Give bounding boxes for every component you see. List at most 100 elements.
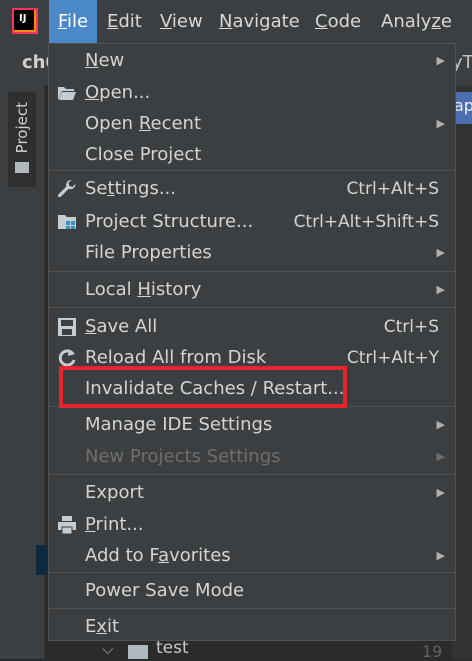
menu-item-save-all[interactable]: Save All Ctrl+S xyxy=(49,311,455,342)
annotation-highlight-box xyxy=(59,366,347,408)
menu-separator xyxy=(49,170,455,171)
menu-label-part: ave All xyxy=(96,316,158,337)
menu-item-project-structure[interactable]: Project Structure... Ctrl+Alt+Shift+S xyxy=(49,206,455,237)
menu-item-label: Open Recent xyxy=(85,113,201,135)
menu-label-part: ew xyxy=(98,50,125,71)
menu-separator xyxy=(49,608,455,609)
menu-item-label: Local History xyxy=(85,279,201,301)
menu-item-label: Close Project xyxy=(85,144,201,166)
menu-item-power-save-mode[interactable]: Power Save Mode xyxy=(49,575,455,606)
right-tool-tab-label: ap xyxy=(454,96,472,115)
menu-label-part: Reload All from Disk xyxy=(85,347,267,368)
menu-item-add-to-favorites[interactable]: Add to Favorites ▶ xyxy=(49,540,455,571)
menu-label-part: Local xyxy=(85,279,138,300)
menu-separator xyxy=(49,307,455,308)
menu-item-new-projects-settings: New Projects Settings ▶ xyxy=(49,441,455,472)
code-menu[interactable]: Code xyxy=(306,0,370,43)
menu-label-part: Project Structure... xyxy=(85,211,254,232)
project-structure-icon xyxy=(57,212,77,232)
menu-label-part: E xyxy=(107,11,119,32)
menu-label-part: ile xyxy=(67,11,89,32)
menu-label-part: ecent xyxy=(150,113,202,134)
menu-separator xyxy=(49,572,455,573)
menu-item-label: New Projects Settings xyxy=(85,446,281,468)
menu-item-open[interactable]: Open... xyxy=(49,77,455,108)
menu-label-part: avigate xyxy=(232,11,300,32)
menu-label-part: z xyxy=(431,11,441,32)
menu-item-local-history[interactable]: Local History ▶ xyxy=(49,274,455,306)
menu-item-label: New xyxy=(85,50,124,72)
menu-item-label: Print... xyxy=(85,514,144,536)
menu-item-settings[interactable]: Settings... Ctrl+Alt+S xyxy=(49,173,455,204)
project-tab-label: Project xyxy=(13,102,31,154)
menu-item-new[interactable]: New ▶ xyxy=(49,44,455,77)
folder-icon xyxy=(15,162,29,173)
submenu-arrow-icon: ▶ xyxy=(436,486,445,499)
menu-label-part: F xyxy=(58,11,68,32)
analyze-menu[interactable]: Analyze xyxy=(372,0,461,43)
menu-label-part: P xyxy=(85,514,96,535)
menu-label-part: New Projects Settings xyxy=(85,446,281,467)
menu-label-part: Export xyxy=(85,482,144,503)
submenu-arrow-icon: ▶ xyxy=(436,246,445,259)
menu-item-label: Add to Favorites xyxy=(85,545,231,567)
menu-item-print[interactable]: Print... xyxy=(49,509,455,540)
view-menu[interactable]: View xyxy=(151,0,212,43)
menu-label-part: S xyxy=(85,316,97,337)
menu-label-part: V xyxy=(160,11,172,32)
submenu-arrow-icon: ▶ xyxy=(436,450,445,463)
menu-item-file-properties[interactable]: File Properties ▶ xyxy=(49,237,455,268)
menu-label-part: a xyxy=(158,545,170,566)
menu-label-part: O xyxy=(85,82,100,103)
menu-item-close-project[interactable]: Close Project xyxy=(49,139,455,170)
menu-item-label: Export xyxy=(85,482,144,504)
menu-label-part: Close Project xyxy=(85,144,202,165)
menu-item-manage-ide-settings[interactable]: Manage IDE Settings ▶ xyxy=(49,409,455,441)
menu-shortcut: Ctrl+Alt+S xyxy=(346,179,439,199)
menu-item-label: Open... xyxy=(85,82,150,104)
menu-label-part: x xyxy=(96,616,108,637)
submenu-arrow-icon: ▶ xyxy=(436,117,445,130)
submenu-arrow-icon: ▶ xyxy=(436,283,445,296)
menu-label-part: H xyxy=(137,279,151,300)
menu-item-label: Power Save Mode xyxy=(85,580,244,602)
menu-shortcut: Ctrl+Alt+Shift+S xyxy=(293,212,439,232)
menu-label-part: N xyxy=(219,11,233,32)
main-menu-bar: IJ File Edit View Navigate Code Analyze xyxy=(0,0,472,43)
menu-item-label: Settings... xyxy=(85,178,176,200)
menu-item-export[interactable]: Export ▶ xyxy=(49,477,455,508)
menu-item-exit[interactable]: Exit xyxy=(49,611,455,642)
intellij-logo-icon: IJ xyxy=(12,8,38,34)
menu-label-part: rint... xyxy=(95,514,144,535)
wrench-icon xyxy=(57,179,77,199)
menu-label-part: dit xyxy=(118,11,142,32)
menu-label-part: N xyxy=(85,50,99,71)
menu-separator xyxy=(49,271,455,272)
menu-label-part: Open xyxy=(85,113,139,134)
menu-label-part: E xyxy=(85,616,97,637)
project-tool-tab[interactable]: Project xyxy=(8,92,36,187)
submenu-arrow-icon: ▶ xyxy=(436,549,445,562)
navigate-menu[interactable]: Navigate xyxy=(210,0,309,43)
file-menu[interactable]: File xyxy=(49,0,98,43)
menu-label-part: Add to F xyxy=(85,545,159,566)
menu-item-open-recent[interactable]: Open Recent ▶ xyxy=(49,108,455,139)
menu-shortcut: Ctrl+Alt+Y xyxy=(346,348,439,368)
edit-menu[interactable]: Edit xyxy=(98,0,151,43)
chevron-down-icon[interactable]: ⌵ xyxy=(102,640,113,658)
menu-label-part: tings... xyxy=(114,178,176,199)
menu-label-part: iew xyxy=(171,11,203,32)
menu-item-label: Manage IDE Settings xyxy=(85,414,272,436)
menu-label-part: R xyxy=(138,113,151,134)
line-number: 19 xyxy=(422,642,443,661)
menu-label-part: it xyxy=(107,616,120,637)
file-menu-dropdown: New ▶ Open... Open Recent ▶ Close Project Sett… xyxy=(48,43,456,641)
folder-icon xyxy=(128,645,148,659)
menu-label-part: Manage IDE Settings xyxy=(85,414,273,435)
submenu-arrow-icon: ▶ xyxy=(436,54,445,67)
tree-selection-strip xyxy=(36,545,48,575)
printer-icon xyxy=(57,515,77,535)
menu-label-part: t xyxy=(107,178,115,199)
menu-label-part: e xyxy=(440,11,452,32)
menu-item-label: Project Structure... xyxy=(85,211,253,233)
